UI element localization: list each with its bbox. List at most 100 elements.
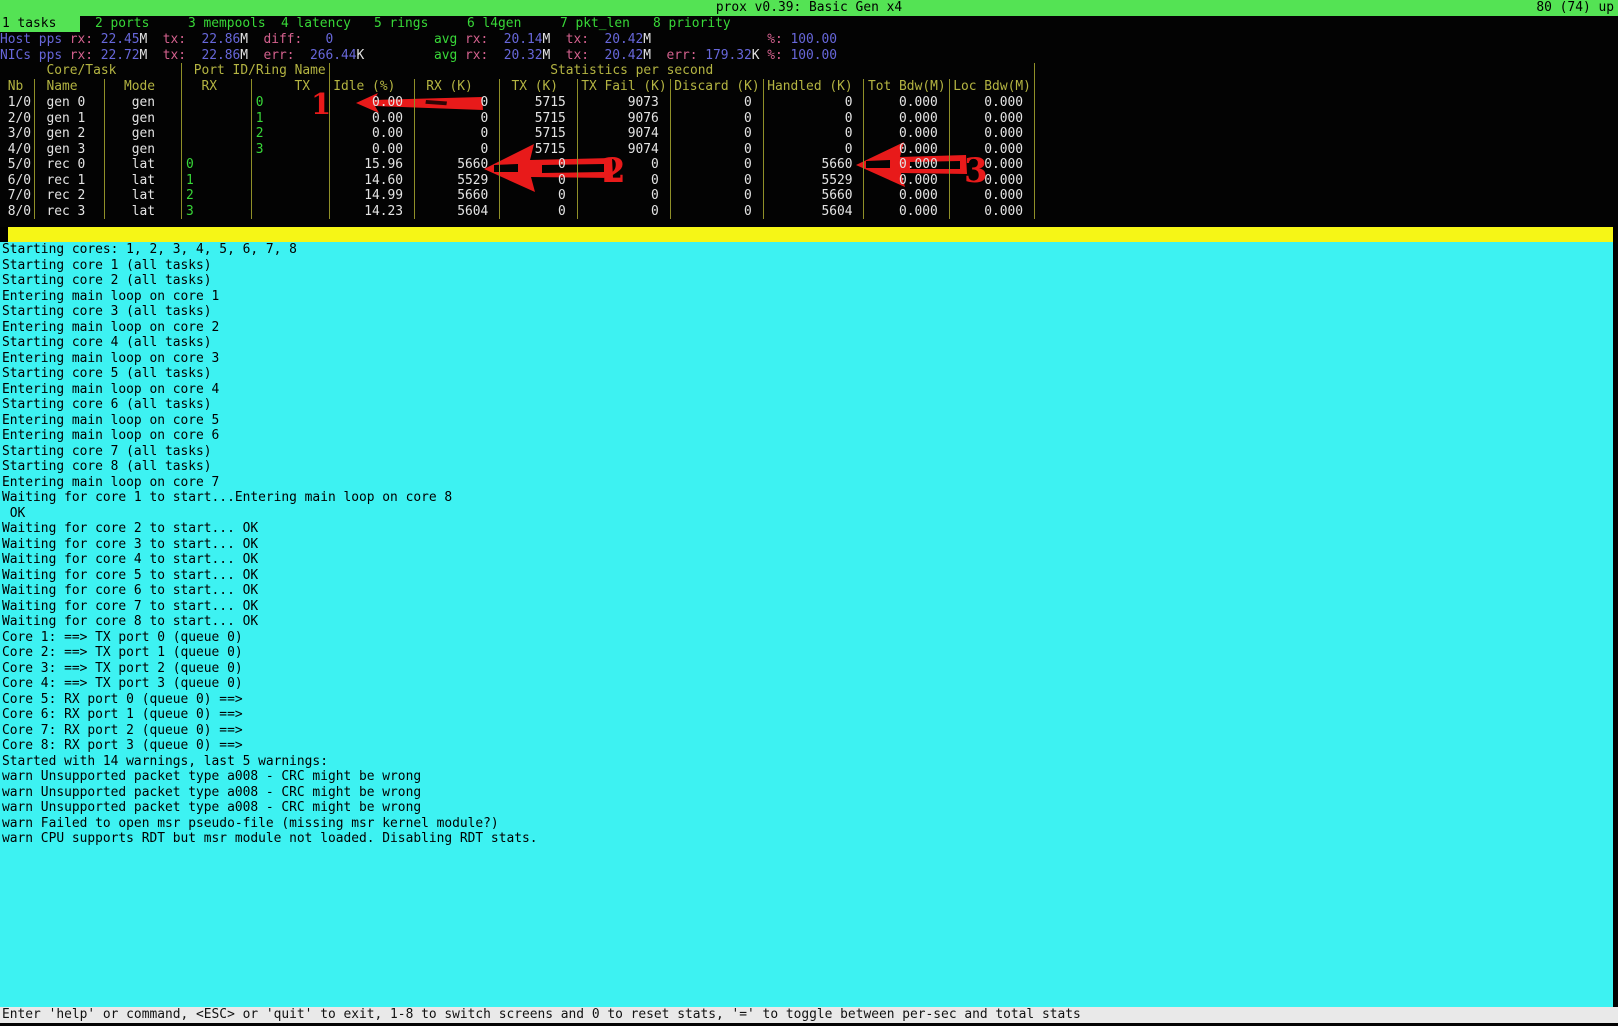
tab-ports[interactable]: 2 ports [95,16,149,32]
tab-rings[interactable]: 5 rings [374,16,428,32]
nics-pps-line: 20.32 [504,48,543,64]
log-line: Starting core 6 (all tasks) [2,397,212,413]
log-area: Starting cores: 1, 2, 3, 4, 5, 6, 7, 8 St… [0,242,1613,1007]
table-cell: 0.000 [899,126,938,142]
table-cell: 0 [558,204,566,220]
host-pps-line: 20.42 [605,32,644,48]
host-pps-line: diff: [264,32,303,48]
table-cell: lat [132,157,155,173]
host-pps-line: M [140,32,148,48]
table-cell: 0 [744,157,752,173]
tab-mempools[interactable]: 3 mempools [188,16,266,32]
column-separator [329,79,330,219]
table-cell: 5660 [457,157,488,173]
log-line: Waiting for core 8 to start... OK [2,614,258,630]
table-cell: gen 0 [47,95,86,111]
table-cell: 2 [186,188,194,204]
host-pps-line: rx: [465,32,488,48]
table-cell: gen [132,126,155,142]
log-line: Waiting for core 6 to start... OK [2,583,258,599]
nics-pps-line: rx: [465,48,488,64]
column-header: RX (K) [426,79,473,95]
table-cell: 8/0 [8,204,31,220]
host-pps-line: 22.86 [202,32,241,48]
column-separator [1034,79,1035,219]
log-line: Core 7: RX port 2 (queue 0) ==> [2,723,243,739]
log-line: Waiting for core 1 to start...Entering m… [2,490,452,506]
nics-pps-line: M [240,48,248,64]
table-cell: 9074 [628,142,659,158]
tab-pkt_len[interactable]: 7 pkt_len [560,16,630,32]
column-separator [414,79,415,219]
table-cell: 0 [651,173,659,189]
tab-latency[interactable]: 4 latency [281,16,351,32]
status-text: Enter 'help' or command, <ESC> or 'quit'… [2,1007,1081,1023]
table-cell: 0 [651,188,659,204]
table-cell: 1 [186,173,194,189]
table-cell: 5715 [535,111,566,127]
table-cell: lat [132,173,155,189]
table-cell: 0.000 [984,142,1023,158]
column-header: Mode [124,79,155,95]
table-cell: 0.000 [899,173,938,189]
divider-bar [0,227,1613,242]
log-line: Core 5: RX port 0 (queue 0) ==> [2,692,243,708]
table-cell: 0 [744,111,752,127]
nics-pps-line: M [543,48,551,64]
status-bar: Enter 'help' or command, <ESC> or 'quit'… [0,1007,1618,1023]
host-pps-line: %: [767,32,783,48]
table-cell: 4/0 [8,142,31,158]
host-pps-line: M [543,32,551,48]
nics-pps-line: M [643,48,651,64]
terminal-screen[interactable]: prox v0.39: Basic Gen x4 80 (74) up 1 ta… [0,0,1618,1026]
table-cell: 0 [651,204,659,220]
table-cell: 5/0 [8,157,31,173]
log-line: Starting core 2 (all tasks) [2,273,212,289]
table-cell: 2 [256,126,264,142]
log-line: Starting cores: 1, 2, 3, 4, 5, 6, 7, 8 [2,242,297,258]
table-group-header: Port ID/Ring Name [194,63,326,79]
column-header: Handled (K) [767,79,852,95]
host-pps-line: avg [434,32,457,48]
nics-pps-line: K [357,48,365,64]
table-cell: rec 1 [47,173,86,189]
table-cell: 5660 [822,188,853,204]
table-cell: 0 [651,157,659,173]
table-cell: gen 1 [47,111,86,127]
table-cell: 0 [481,111,489,127]
log-line: warn CPU supports RDT but msr module not… [2,831,538,847]
table-cell: 5715 [535,126,566,142]
table-cell: 0.000 [899,188,938,204]
log-line: Core 3: ==> TX port 2 (queue 0) [2,661,243,677]
log-line: Waiting for core 7 to start... OK [2,599,258,615]
table-cell: 14.60 [364,173,403,189]
table-cell: 0 [744,126,752,142]
tab-tasks[interactable]: 1 tasks [0,16,80,32]
table-cell: 1/0 [8,95,31,111]
table-cell: 0.00 [372,95,403,111]
log-line: OK [2,506,25,522]
table-group-header: Statistics per second [550,63,713,79]
table-cell: 0 [744,95,752,111]
host-pps-line: M [643,32,651,48]
tab-priority[interactable]: 8 priority [653,16,731,32]
tab-l4gen[interactable]: 6 l4gen [467,16,521,32]
column-header: Nb [8,79,24,95]
column-header: Idle (%) [333,79,395,95]
host-pps-line: Host pps [0,32,62,48]
log-line: Started with 14 warnings, last 5 warning… [2,754,328,770]
table-cell: rec 3 [47,204,86,220]
table-cell: 9074 [628,126,659,142]
nics-pps-line: avg [434,48,457,64]
table-cell: 0 [845,126,853,142]
log-line: Starting core 4 (all tasks) [2,335,212,351]
table-cell: gen [132,111,155,127]
log-line: Entering main loop on core 2 [2,320,219,336]
log-line: Waiting for core 5 to start... OK [2,568,258,584]
table-cell: 0 [558,157,566,173]
host-pps-line: 20.14 [504,32,543,48]
table-cell: 0 [558,173,566,189]
uptime-indicator: 80 (74) up [1536,0,1614,16]
table-cell: 0 [845,111,853,127]
column-separator [329,63,330,79]
